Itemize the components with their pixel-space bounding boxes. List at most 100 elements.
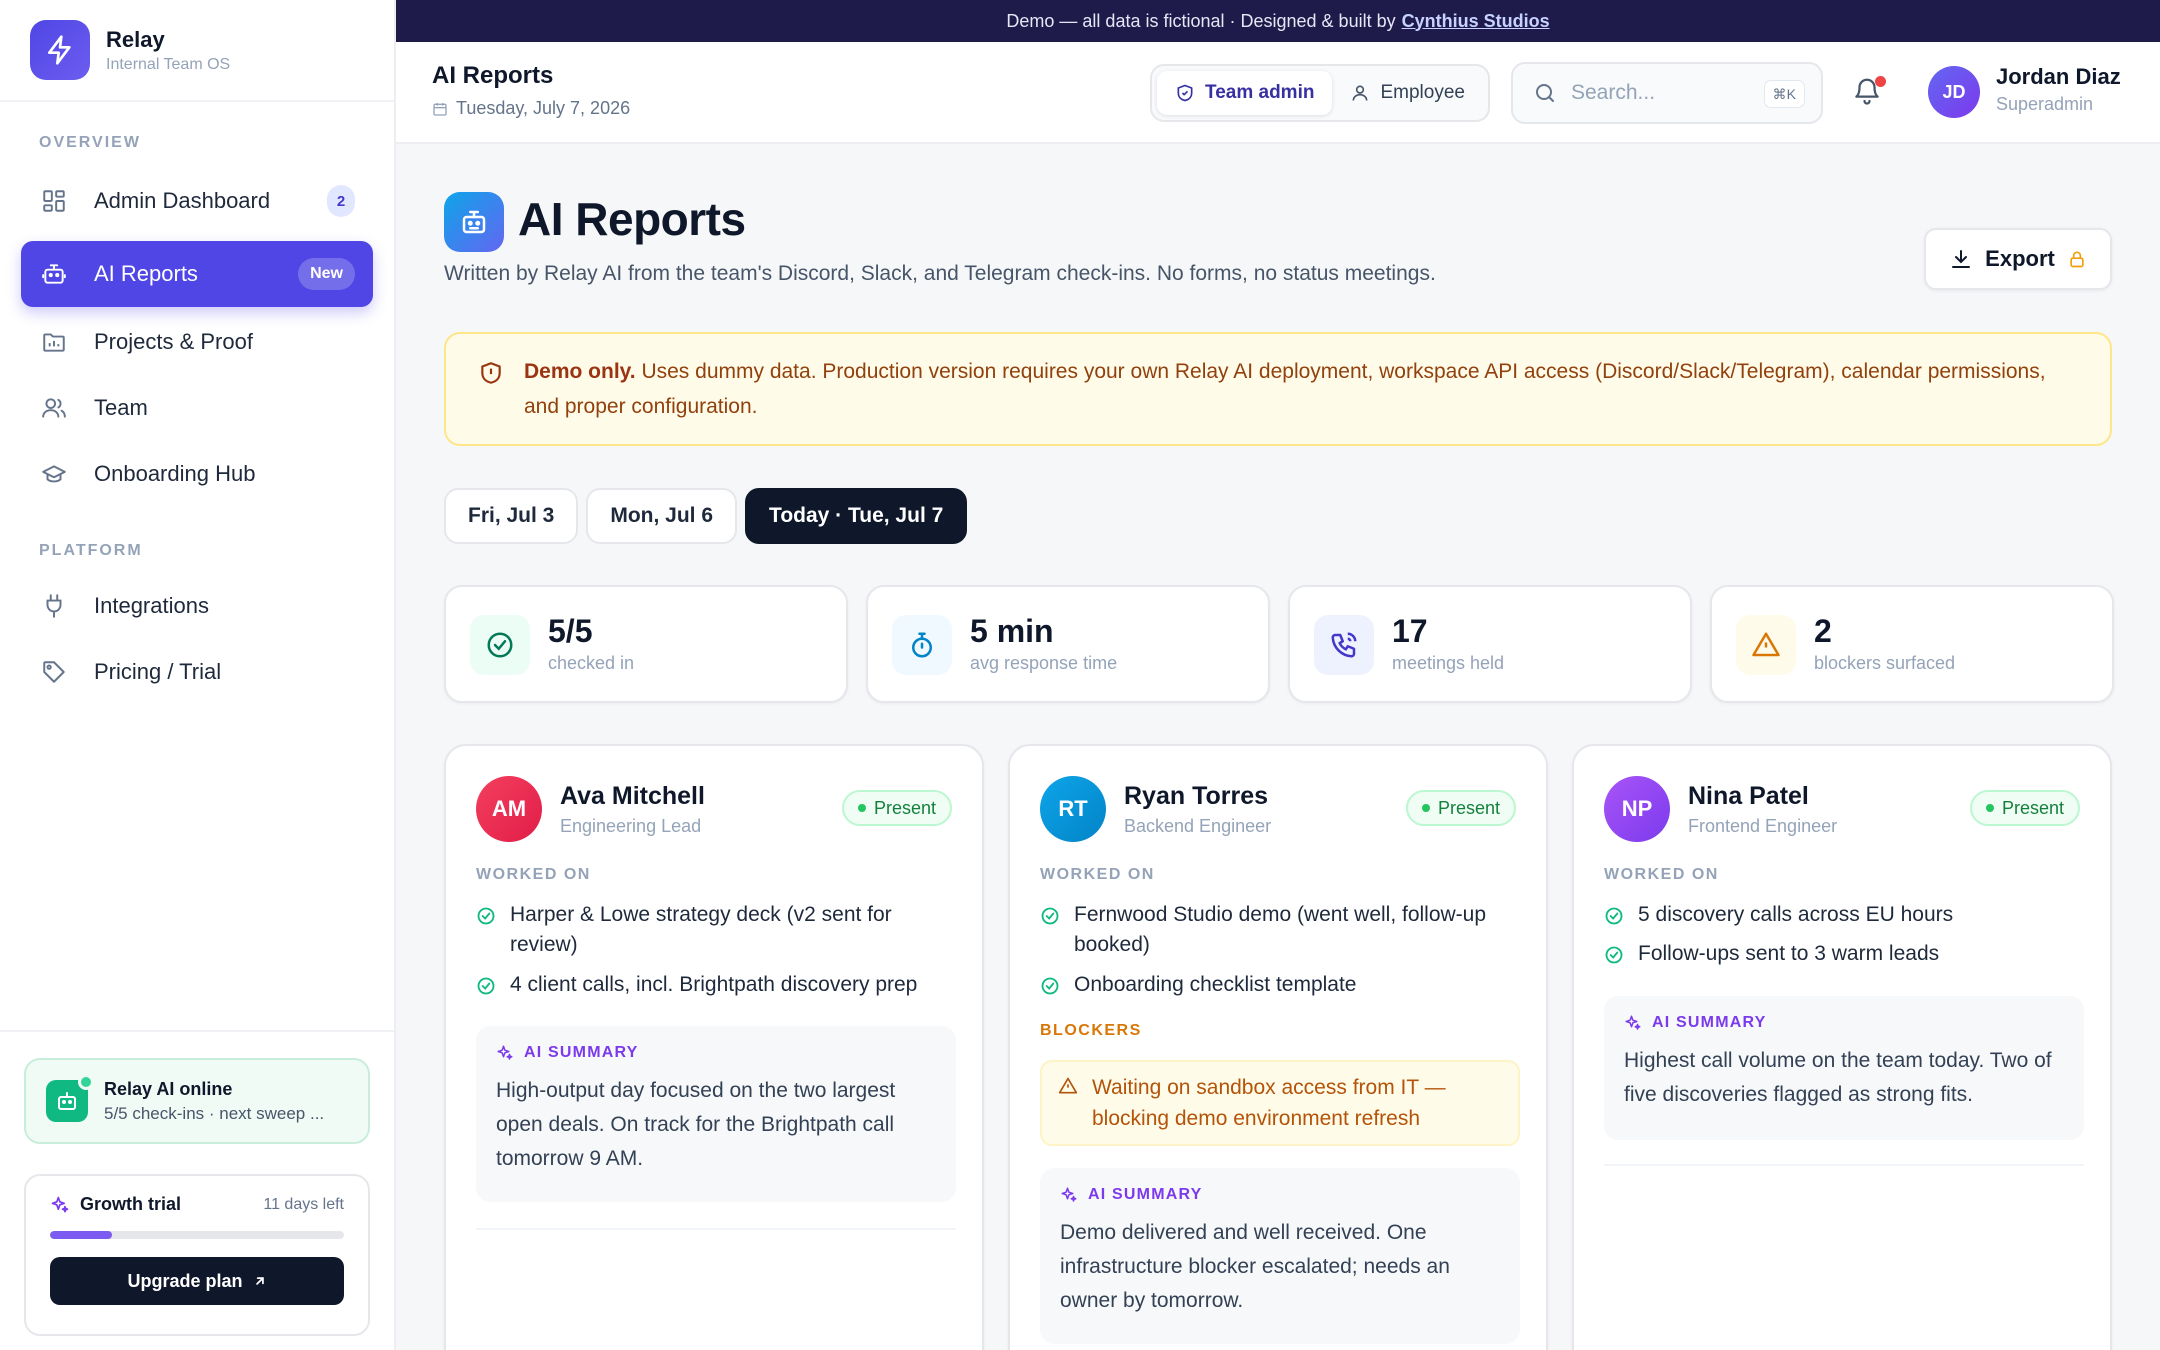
person-name: Nina Patel bbox=[1688, 782, 1809, 810]
search-box: ⌘K bbox=[1511, 62, 1823, 124]
status-label: Present bbox=[2001, 797, 2064, 818]
sidebar-item-onboarding-hub[interactable]: Onboarding Hub bbox=[21, 441, 373, 507]
user-role: Superadmin bbox=[1996, 94, 2094, 114]
worked-on-heading: WORKED ON bbox=[1604, 866, 1719, 883]
worked-on-heading: WORKED ON bbox=[1040, 866, 1155, 883]
upgrade-plan-button[interactable]: Upgrade plan bbox=[50, 1257, 344, 1305]
check-circle-icon bbox=[1041, 977, 1059, 995]
stat-card-blockers: 2 blockers surfaced bbox=[1710, 585, 2114, 703]
sparkles-icon bbox=[50, 1195, 70, 1215]
blocker-item: Waiting on sandbox access from IT — bloc… bbox=[1040, 1060, 1520, 1146]
sidebar-item-pricing-trial[interactable]: Pricing / Trial bbox=[21, 639, 373, 705]
sidebar-item-label: Projects & Proof bbox=[94, 329, 253, 354]
employee-label: Employee bbox=[1380, 82, 1465, 103]
stat-value: 2 bbox=[1814, 613, 1832, 649]
nav-section-overview: OVERVIEW bbox=[39, 134, 141, 151]
sidebar-item-admin-dashboard[interactable]: Admin Dashboard 2 bbox=[21, 168, 373, 234]
online-dot bbox=[78, 1074, 94, 1090]
brand-name: Relay bbox=[106, 26, 165, 52]
lightning-logo-icon bbox=[30, 20, 90, 80]
list-item-text: 4 client calls, incl. Brightpath discove… bbox=[510, 973, 918, 996]
sidebar-item-integrations[interactable]: Integrations bbox=[21, 573, 373, 639]
ai-status-card[interactable]: Relay AI online 5/5 check-ins · next swe… bbox=[24, 1058, 370, 1144]
sidebar-item-label: Admin Dashboard bbox=[94, 188, 271, 213]
team-admin-role-button[interactable]: Team admin bbox=[1157, 71, 1333, 115]
avatar: RT bbox=[1040, 776, 1106, 842]
status-badge: Present bbox=[1969, 790, 2080, 826]
status-label: Present bbox=[873, 797, 936, 818]
sparkles-icon bbox=[1625, 1015, 1641, 1030]
sidebar-item-team[interactable]: Team bbox=[21, 375, 373, 441]
topbar-date: Tuesday, July 7, 2026 bbox=[432, 98, 630, 119]
check-circle-icon bbox=[477, 907, 495, 925]
stat-label: checked in bbox=[548, 653, 635, 673]
warning-triangle-icon bbox=[1736, 615, 1796, 675]
sidebar-item-projects-proof[interactable]: Projects & Proof bbox=[21, 309, 373, 375]
dashboard-grid-icon bbox=[39, 186, 69, 216]
stat-value: 5/5 bbox=[548, 613, 593, 649]
phone-icon bbox=[1314, 615, 1374, 675]
shield-check-icon bbox=[1175, 83, 1195, 103]
ai-summary-box: AI SUMMARY Highest call volume on the te… bbox=[1604, 996, 2084, 1140]
check-circle-icon bbox=[1041, 907, 1059, 925]
robot-icon bbox=[39, 259, 69, 289]
person-name: Ava Mitchell bbox=[560, 782, 705, 810]
ai-summary-box: AI SUMMARY High-output day focused on th… bbox=[476, 1026, 956, 1202]
report-card-ava-mitchell: AM Ava Mitchell Engineering Lead Present… bbox=[444, 744, 984, 1350]
person-name: Ryan Torres bbox=[1124, 782, 1269, 810]
export-button[interactable]: Export bbox=[1924, 228, 2112, 290]
sidebar-item-label: Team bbox=[94, 395, 148, 420]
search-icon bbox=[1533, 81, 1557, 105]
list-item-text: Follow-ups sent to 3 warm leads bbox=[1638, 942, 1940, 965]
arrow-up-right-icon bbox=[253, 1274, 267, 1288]
user-avatar[interactable]: JD bbox=[1928, 66, 1980, 118]
tab-mon-jul-6[interactable]: Mon, Jul 6 bbox=[586, 488, 738, 544]
sidebar-footer: Relay AI online 5/5 check-ins · next swe… bbox=[0, 1030, 394, 1350]
lock-icon bbox=[2067, 249, 2087, 269]
topbar-date-text: Tuesday, July 7, 2026 bbox=[456, 98, 631, 118]
notice-text: Uses dummy data. Production version requ… bbox=[524, 360, 2046, 418]
ai-summary-text: Demo delivered and well received. One in… bbox=[1060, 1221, 1450, 1312]
folder-chart-icon bbox=[39, 327, 69, 357]
user-icon bbox=[1350, 83, 1370, 103]
sidebar-item-ai-reports[interactable]: AI Reports New bbox=[21, 241, 373, 307]
notice-bold: Demo only. bbox=[524, 360, 636, 383]
status-dot bbox=[1985, 804, 1994, 812]
shield-alert-icon bbox=[478, 360, 504, 386]
tab-today-tue-jul-7[interactable]: Today · Tue, Jul 7 bbox=[745, 488, 968, 544]
list-item: Follow-ups sent to 3 warm leads bbox=[1604, 939, 2084, 969]
graduation-cap-icon bbox=[39, 459, 69, 489]
tag-icon bbox=[39, 657, 69, 687]
search-input[interactable] bbox=[1571, 81, 1751, 105]
notifications-button[interactable] bbox=[1852, 76, 1886, 110]
list-item: 5 discovery calls across EU hours bbox=[1604, 900, 2084, 930]
stat-value: 17 bbox=[1392, 613, 1428, 649]
nav-section-platform: PLATFORM bbox=[39, 542, 143, 559]
brand-subtitle: Internal Team OS bbox=[106, 55, 231, 73]
topbar-title: AI Reports bbox=[432, 62, 554, 89]
check-circle-icon bbox=[477, 977, 495, 995]
page-subtitle: Written by Relay AI from the team's Disc… bbox=[444, 262, 1436, 285]
sidebar-item-label: Integrations bbox=[94, 593, 209, 618]
list-item: Fernwood Studio demo (went well, follow-… bbox=[1040, 900, 1520, 960]
ai-summary-heading: AI SUMMARY bbox=[1652, 1014, 1767, 1031]
brand[interactable]: Relay Internal Team OS bbox=[0, 0, 394, 102]
sidebar: Relay Internal Team OS OVERVIEW Admin Da… bbox=[0, 0, 396, 1350]
stat-label: avg response time bbox=[970, 653, 1118, 673]
employee-role-button[interactable]: Employee bbox=[1332, 71, 1483, 115]
stat-card-response-time: 5 min avg response time bbox=[866, 585, 1270, 703]
report-card-ryan-torres: RT Ryan Torres Backend Engineer Present … bbox=[1008, 744, 1548, 1350]
list-item: Onboarding checklist template bbox=[1040, 970, 1520, 1000]
demo-banner: Demo — all data is fictional · Designed … bbox=[396, 0, 2160, 42]
card-divider bbox=[476, 1228, 956, 1230]
cynthius-studios-link[interactable]: Cynthius Studios bbox=[1402, 11, 1550, 32]
status-badge: Present bbox=[841, 790, 952, 826]
avatar: AM bbox=[476, 776, 542, 842]
tab-fri-jul-3[interactable]: Fri, Jul 3 bbox=[444, 488, 579, 544]
users-icon bbox=[39, 393, 69, 423]
ai-status-title: Relay AI online bbox=[104, 1078, 233, 1099]
warning-triangle-icon bbox=[1058, 1077, 1078, 1094]
ai-status-subtitle: 5/5 check-ins · next sweep ... bbox=[104, 1103, 325, 1123]
trial-progress-fill bbox=[50, 1231, 112, 1239]
search-shortcut-hint: ⌘K bbox=[1763, 80, 1805, 108]
